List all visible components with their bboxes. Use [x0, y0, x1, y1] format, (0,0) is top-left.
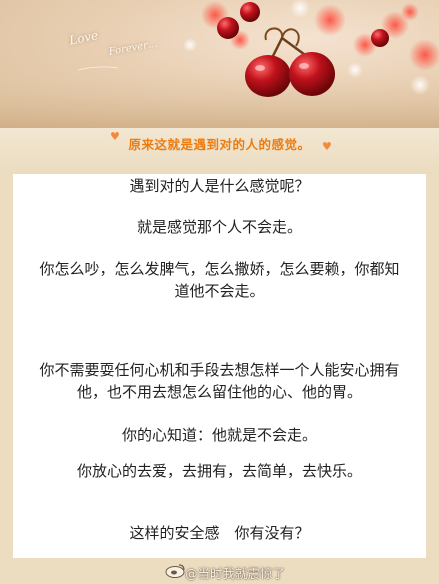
paragraph-1: 遇到对的人是什么感觉呢？ [129, 177, 310, 195]
paragraph-7: 这样的安全感 你有没有？ [129, 524, 310, 542]
cherries-illustration [0, 0, 439, 128]
paragraph-5: 你的心知道：他就是不会走。 [121, 426, 317, 444]
header-banner: Love Forever… [0, 0, 439, 128]
paragraph-3-line-1: 你怎么吵，怎么发脾气，怎么撒娇，怎么要赖，你都知 [39, 260, 400, 278]
page-subtitle: 原来这就是遇到对的人的感觉。 [128, 137, 311, 152]
paragraph-2: 就是感觉那个人不会走。 [136, 218, 302, 236]
text-card: 遇到对的人是什么感觉呢？ 就是感觉那个人不会走。 你怎么吵，怎么发脾气，怎么撒娇… [13, 174, 426, 558]
weibo-watermark: @当时我就震惊了 [184, 566, 285, 581]
paragraph-3-line-2: 道他不会走。 [174, 282, 265, 300]
paragraph-4-line-2: 他，也不用去想怎么留住他的心、他的胃。 [76, 383, 362, 401]
weibo-icon [165, 564, 185, 578]
paragraph-6: 你放心的去爱，去拥有，去简单，去快乐。 [76, 462, 362, 480]
paragraph-4-line-1: 你不需要耍任何心机和手段去想怎样一个人能安心拥有 [39, 361, 400, 379]
